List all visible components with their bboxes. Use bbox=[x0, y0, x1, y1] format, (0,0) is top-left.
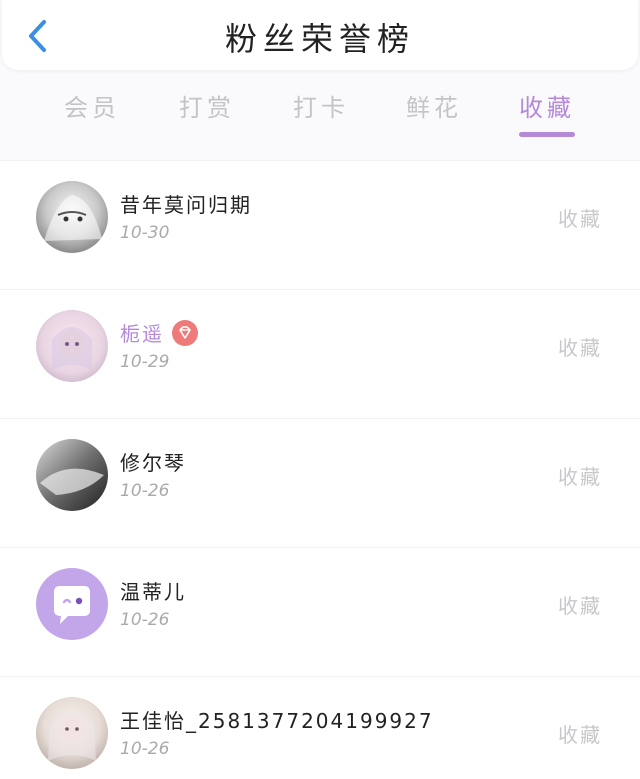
fan-honor-page: 粉丝荣誉榜 会员 打赏 打卡 鲜花 收藏 昔年莫问归期 10-30 收藏 栀遥 … bbox=[0, 0, 640, 779]
avatar[interactable] bbox=[36, 697, 108, 769]
user-name-text: 栀遥 bbox=[120, 322, 164, 346]
tab-checkin[interactable]: 打卡 bbox=[266, 88, 376, 123]
action-label: 收藏 bbox=[558, 465, 602, 489]
avatar[interactable] bbox=[36, 439, 108, 511]
action-label: 收藏 bbox=[558, 723, 602, 747]
tab-reward[interactable]: 打赏 bbox=[152, 88, 262, 123]
action-label: 收藏 bbox=[558, 207, 602, 231]
user-name: 修尔琴 bbox=[120, 451, 186, 475]
avatar[interactable] bbox=[36, 568, 108, 640]
ranking-list: 昔年莫问归期 10-30 收藏 栀遥 10-29 收藏 修尔琴 10-26 收藏… bbox=[0, 160, 640, 779]
user-name: 昔年莫问归期 bbox=[120, 193, 252, 217]
top-bar: 粉丝荣誉榜 bbox=[2, 0, 638, 70]
date-label: 10-30 bbox=[120, 223, 170, 243]
user-name: 王佳怡_2581377204199927 bbox=[120, 709, 434, 733]
tab-member[interactable]: 会员 bbox=[37, 88, 147, 123]
user-name: 温蒂儿 bbox=[120, 580, 186, 604]
list-item[interactable]: 修尔琴 10-26 收藏 bbox=[0, 418, 640, 547]
page-title: 粉丝荣誉榜 bbox=[224, 20, 415, 58]
date-label: 10-26 bbox=[120, 481, 170, 501]
active-tab-indicator bbox=[519, 132, 575, 137]
list-item[interactable]: 温蒂儿 10-26 收藏 bbox=[0, 547, 640, 676]
list-item[interactable]: 王佳怡_2581377204199927 10-26 收藏 bbox=[0, 676, 640, 779]
action-label: 收藏 bbox=[558, 594, 602, 618]
avatar[interactable] bbox=[36, 310, 108, 382]
tab-bar: 会员 打赏 打卡 鲜花 收藏 bbox=[0, 78, 640, 148]
date-label: 10-29 bbox=[120, 352, 170, 372]
action-label: 收藏 bbox=[558, 336, 602, 360]
tab-flowers[interactable]: 鲜花 bbox=[379, 88, 489, 123]
diamond-icon bbox=[172, 319, 198, 346]
date-label: 10-26 bbox=[120, 610, 170, 630]
list-item[interactable]: 栀遥 10-29 收藏 bbox=[0, 289, 640, 418]
avatar[interactable] bbox=[36, 181, 108, 253]
tab-favorites[interactable]: 收藏 bbox=[492, 88, 602, 123]
date-label: 10-26 bbox=[120, 739, 170, 759]
list-item[interactable]: 昔年莫问归期 10-30 收藏 bbox=[0, 160, 640, 289]
user-name: 栀遥 bbox=[120, 318, 198, 347]
